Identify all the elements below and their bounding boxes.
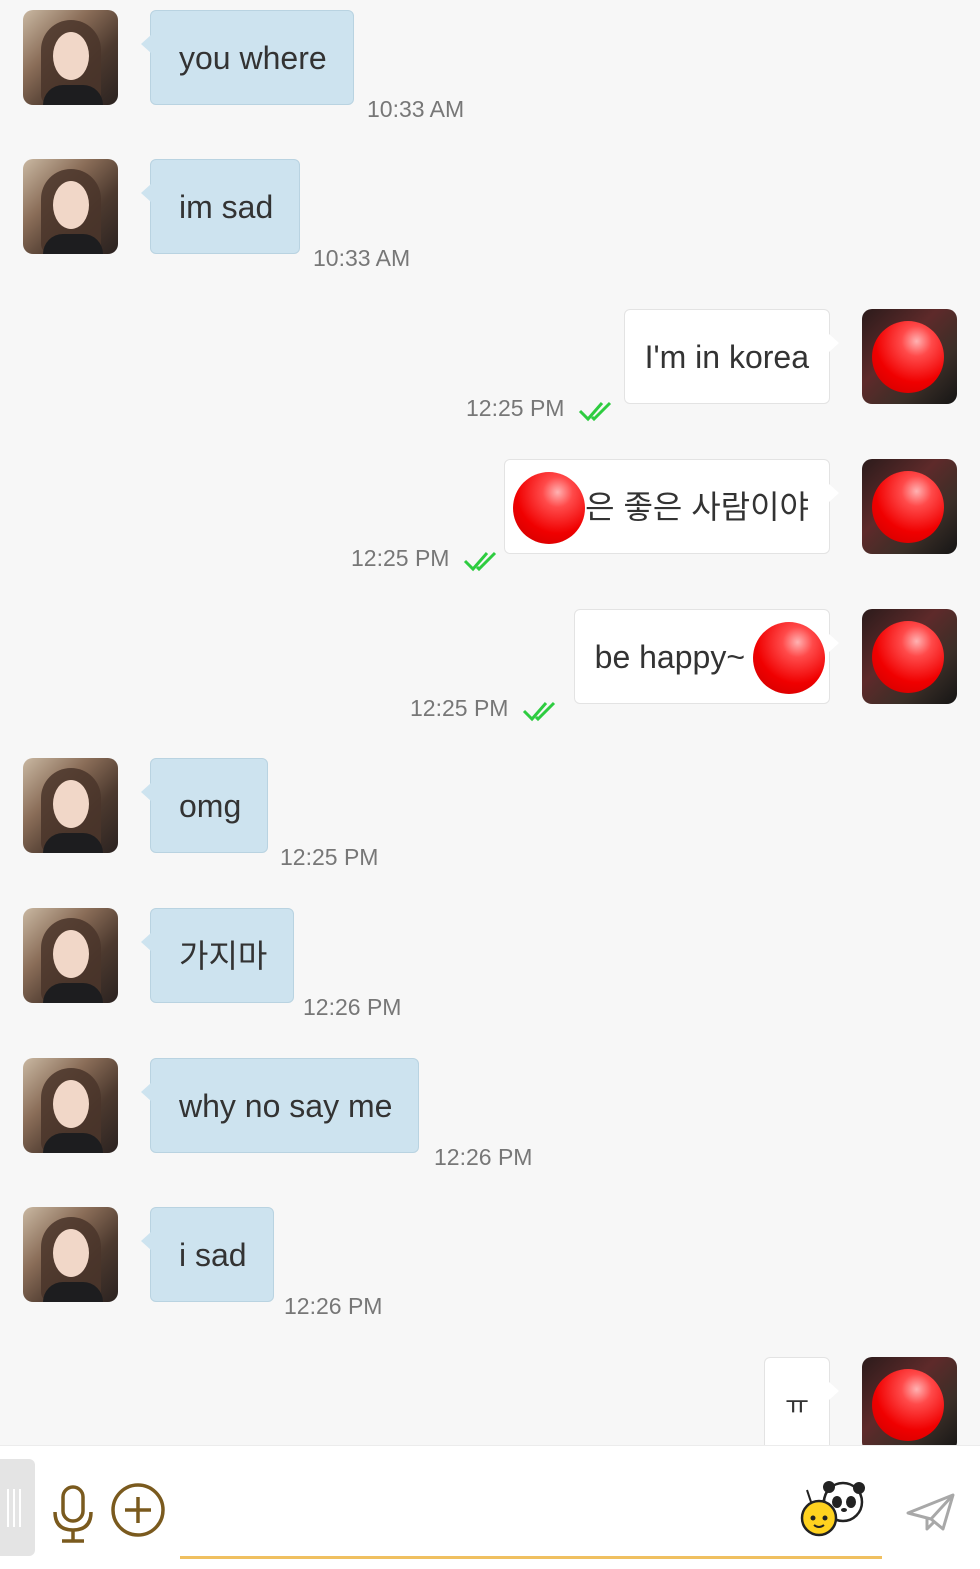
my-avatar[interactable] <box>862 1357 957 1445</box>
contact-avatar[interactable] <box>23 908 118 1003</box>
message-text: i sad <box>179 1237 247 1273</box>
emoji-sticker-icon[interactable] <box>797 1478 869 1538</box>
message-bubble[interactable]: 가지마 <box>140 908 295 1003</box>
read-check-icon <box>578 401 612 422</box>
message-time: 12:26 PM <box>303 994 402 1020</box>
message-row: be happy~ 12:25 PM <box>0 609 980 722</box>
message-text: you where <box>179 40 327 76</box>
read-check-icon <box>522 701 556 722</box>
microphone-icon[interactable] <box>50 1484 96 1544</box>
message-time: 12:26 PM <box>434 1144 533 1170</box>
my-avatar[interactable] <box>862 459 957 554</box>
drawer-handle-icon[interactable] <box>0 1459 35 1556</box>
message-time: 12:25 PM <box>351 545 450 571</box>
message-row: omg 12:25 PM <box>0 758 980 870</box>
send-icon[interactable] <box>905 1491 957 1533</box>
message-bubble[interactable]: i sad <box>141 1207 274 1302</box>
message-time: 12:26 PM <box>284 1293 383 1319</box>
read-check-icon <box>463 551 497 572</box>
red-ball-sticker-icon <box>513 471 586 544</box>
message-bubble[interactable]: ㅠ <box>764 1357 839 1445</box>
contact-avatar[interactable] <box>23 758 118 853</box>
red-ball-sticker-icon <box>753 621 825 694</box>
message-text: im sad <box>179 189 274 225</box>
message-bubble[interactable]: im sad <box>140 159 301 254</box>
contact-avatar[interactable] <box>23 10 118 105</box>
add-circle-icon[interactable] <box>110 1482 166 1538</box>
my-avatar[interactable] <box>862 309 957 404</box>
message-time: 12:25 PM <box>280 844 379 870</box>
message-text: why no say me <box>179 1088 393 1124</box>
message-row: I'm in korea 12:25 PM <box>0 309 980 422</box>
red-ball-icon <box>872 621 944 693</box>
red-ball-icon <box>872 1369 944 1441</box>
message-row: i sad 12:26 PM <box>0 1207 980 1319</box>
message-text-field[interactable] <box>180 1556 882 1559</box>
message-bubble[interactable]: omg <box>140 758 269 853</box>
message-row: ㅠ <box>0 1357 980 1445</box>
message-bubble[interactable]: I'm in korea <box>623 309 840 404</box>
message-text: 은 좋은 사람이야 <box>585 489 809 525</box>
message-bubble[interactable]: 은 좋은 사람이야 <box>504 459 839 554</box>
message-text: ㅠ <box>785 1390 809 1420</box>
contact-avatar[interactable] <box>23 1207 118 1302</box>
message-text: be happy~ <box>594 639 745 675</box>
red-ball-icon <box>872 471 944 543</box>
message-time: 12:25 PM <box>466 395 565 421</box>
message-input-bar <box>0 1445 980 1569</box>
message-time: 10:33 AM <box>313 245 411 271</box>
message-row: you where 10:33 AM <box>0 10 980 122</box>
chat-message-list[interactable]: you where 10:33 AM im sad 10:33 AM I'm i… <box>0 0 980 1445</box>
message-bubble[interactable]: you where <box>141 10 354 105</box>
red-ball-icon <box>872 321 944 393</box>
message-bubble[interactable]: be happy~ <box>573 609 840 704</box>
message-row: im sad 10:33 AM <box>0 159 980 271</box>
contact-avatar[interactable] <box>23 1058 118 1153</box>
message-text: omg <box>179 788 242 824</box>
message-row: why no say me 12:26 PM <box>0 1058 980 1170</box>
contact-avatar[interactable] <box>23 159 118 254</box>
message-text: 가지마 <box>179 938 268 974</box>
message-row: 가지마 12:26 PM <box>0 908 980 1020</box>
message-text: I'm in korea <box>644 339 809 375</box>
message-time: 10:33 AM <box>367 96 465 122</box>
message-bubble[interactable]: why no say me <box>140 1058 420 1153</box>
my-avatar[interactable] <box>862 609 957 704</box>
message-row: 은 좋은 사람이야 12:25 PM <box>0 459 980 572</box>
message-time: 12:25 PM <box>410 695 509 721</box>
